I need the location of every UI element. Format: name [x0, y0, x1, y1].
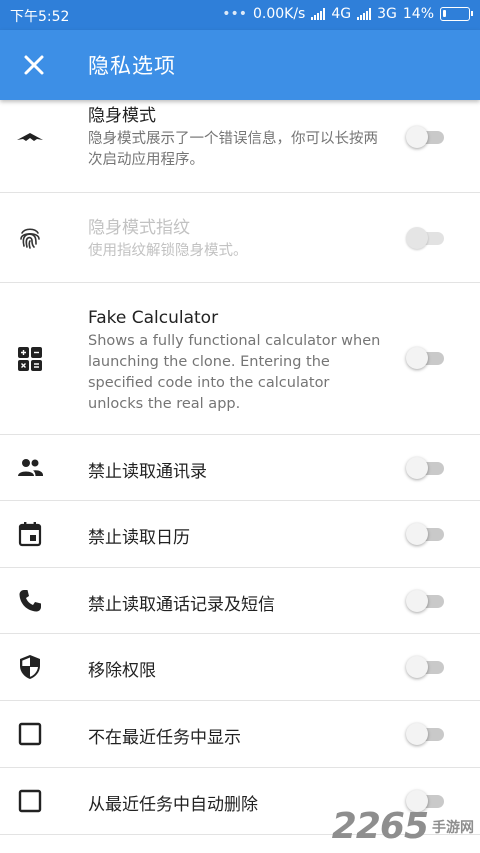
setting-remove-permissions[interactable]: 移除权限	[0, 634, 480, 701]
calendar-icon	[18, 522, 42, 547]
shield-icon	[20, 655, 40, 679]
setting-title: Fake Calculator	[88, 308, 219, 328]
fingerprint-icon	[20, 228, 40, 249]
toolbar: 隐私选项	[0, 30, 480, 100]
block-contacts-toggle[interactable]	[406, 457, 446, 479]
setting-description: Shows a fully functional calculator when…	[88, 333, 381, 412]
battery-icon	[440, 7, 473, 21]
setting-description: 使用指纹解锁隐身模式。	[88, 243, 248, 259]
setting-title: 禁止读取通讯录	[88, 462, 207, 482]
phone-icon	[19, 590, 41, 612]
setting-description: 隐身模式展示了一个错误信息，你可以长按两次启动应用程序。	[88, 131, 378, 168]
status-dots: •••	[222, 6, 247, 22]
status-time: 下午5:52	[10, 9, 70, 25]
checkbox-icon	[18, 722, 42, 746]
setting-title: 不在最近任务中显示	[88, 728, 241, 748]
stealth-fingerprint-toggle	[406, 227, 446, 249]
contacts-icon	[18, 459, 43, 476]
network-type-2: 3G	[377, 6, 397, 22]
setting-title: 隐身模式	[88, 106, 156, 126]
watermark-number: 2265	[331, 806, 429, 847]
status-right: ••• 0.00K/s 4G 3G 14%	[222, 6, 473, 22]
battery-percent: 14%	[402, 6, 434, 22]
setting-fake-calculator[interactable]: Fake Calculator Shows a fully functional…	[0, 283, 480, 435]
setting-stealth-fingerprint: 隐身模式指纹 使用指纹解锁隐身模式。	[0, 193, 480, 283]
setting-stealth-mode[interactable]: 隐身模式 隐身模式展示了一个错误信息，你可以长按两次启动应用程序。	[0, 100, 480, 193]
fake-calculator-toggle[interactable]	[406, 347, 446, 369]
status-bar: 下午5:52 ••• 0.00K/s 4G 3G 14%	[0, 0, 480, 30]
close-icon[interactable]	[18, 49, 50, 81]
hide-from-recents-toggle[interactable]	[406, 723, 446, 745]
block-calendar-toggle[interactable]	[406, 523, 446, 545]
block-call-log-toggle[interactable]	[406, 590, 446, 612]
setting-block-call-log-sms[interactable]: 禁止读取通话记录及短信	[0, 568, 480, 634]
setting-block-contacts[interactable]: 禁止读取通讯录	[0, 435, 480, 501]
network-type-1: 4G	[331, 6, 352, 22]
watermark-site: 手游网	[432, 819, 474, 836]
setting-title: 隐身模式指纹	[88, 218, 190, 238]
setting-title: 移除权限	[88, 661, 156, 681]
setting-title: 禁止读取通话记录及短信	[88, 595, 275, 615]
setting-hide-from-recents[interactable]: 不在最近任务中显示	[0, 701, 480, 768]
remove-permissions-toggle[interactable]	[406, 656, 446, 678]
calculator-icon	[18, 347, 42, 371]
page-title: 隐私选项	[88, 54, 176, 78]
battery-fill	[443, 10, 446, 17]
stealth-mode-toggle[interactable]	[406, 126, 446, 148]
stealth-icon	[17, 133, 43, 141]
setting-block-calendar[interactable]: 禁止读取日历	[0, 501, 480, 568]
signal-icon-2	[357, 8, 372, 20]
setting-title: 禁止读取日历	[88, 528, 190, 548]
checkbox-icon	[18, 789, 42, 813]
watermark: 2265 手游网	[332, 806, 474, 847]
signal-icon	[311, 8, 326, 20]
net-speed: 0.00K/s	[252, 6, 306, 22]
